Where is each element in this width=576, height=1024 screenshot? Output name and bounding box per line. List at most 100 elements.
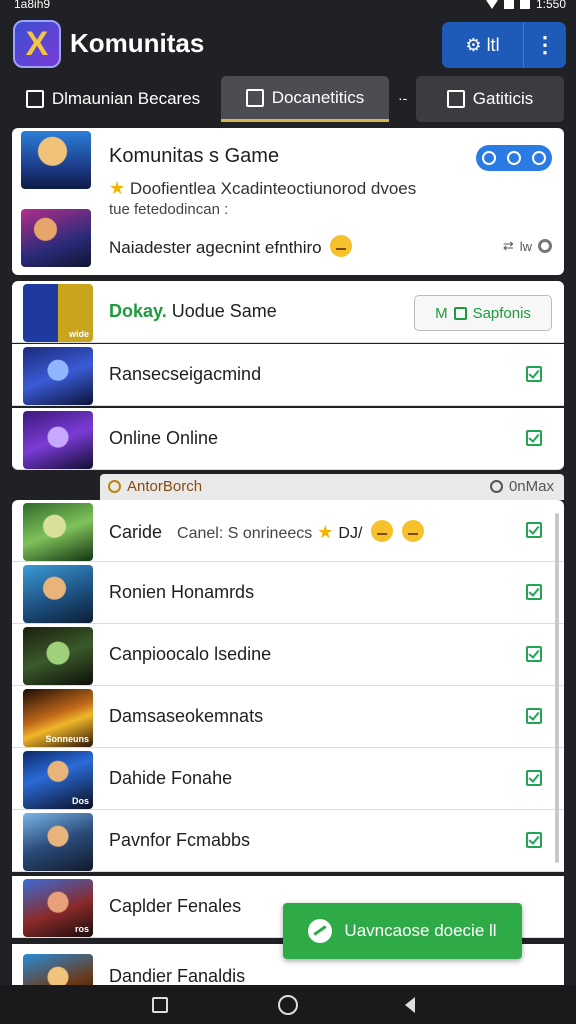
- featured-badges[interactable]: [476, 145, 552, 171]
- list-item-label: Caplder Fenales: [109, 896, 242, 916]
- game-thumbnail: wide: [23, 284, 93, 342]
- featured-title: Komunitas s Game: [109, 145, 280, 167]
- list-item-label: Dokay. Uodue Same: [109, 301, 277, 322]
- tab-dlmaunian[interactable]: Dlmaunian Becares: [14, 76, 212, 122]
- emoji-icon: [371, 520, 394, 542]
- settings-label: ltl: [486, 34, 500, 55]
- settings-icon[interactable]: [538, 239, 552, 253]
- battery-icon: [519, 0, 530, 9]
- list-item-extra2: DJ/: [338, 525, 363, 542]
- list-item[interactable]: Sonneuns Damsaseokemnats: [12, 686, 564, 748]
- badge-icon: [481, 151, 496, 165]
- home-icon[interactable]: [278, 995, 298, 1015]
- edit-check-icon[interactable]: [526, 430, 542, 446]
- options-label: Sapfonis: [472, 304, 531, 322]
- tab-gatiticis[interactable]: Gatiticis: [416, 76, 564, 122]
- list-item-label: Dahide Fonahe: [109, 768, 233, 788]
- settings-button[interactable]: ⚙ ltl: [442, 22, 524, 68]
- game-thumbnail: [21, 131, 91, 189]
- thumb-tag: Dos: [71, 796, 89, 806]
- group-icon: [446, 90, 465, 108]
- tab-label: Gatiticis: [472, 89, 534, 108]
- list-item[interactable]: Pavnfor Fcmabbs: [12, 810, 564, 872]
- star-icon: ★: [109, 178, 126, 198]
- list-item-title: Caride: [109, 522, 163, 542]
- section-left: AntorBorch: [108, 478, 202, 495]
- list-item-label: Pavnfor Fcmabbs: [109, 830, 251, 850]
- edit-check-icon[interactable]: [526, 832, 542, 848]
- scrollbar[interactable]: [555, 513, 559, 863]
- list-item[interactable]: Ransecseigacmind: [12, 344, 564, 406]
- fab-label: Uavncaose doecie ll: [344, 921, 497, 940]
- recents-icon[interactable]: [152, 997, 168, 1013]
- list-item[interactable]: wide Dokay. Uodue Same M Sapfonis: [12, 281, 564, 343]
- featured-note-text: Naiadester agecnint efnthiro: [109, 238, 322, 257]
- pill-icon: [308, 919, 333, 943]
- list-item[interactable]: Caride Canel: S onrineecs ★ DJ/: [12, 500, 564, 562]
- signal-icon: [503, 0, 514, 9]
- floating-action-button[interactable]: Uavncaose doecie ll: [283, 903, 522, 959]
- list-item[interactable]: Online Online: [12, 408, 564, 470]
- more-options-button[interactable]: ⋮: [524, 22, 566, 68]
- list-item-label: Dandier Fanaldis: [109, 966, 246, 986]
- options-button[interactable]: M Sapfonis: [414, 295, 552, 331]
- status-icons: 1:550: [485, 0, 566, 11]
- back-icon[interactable]: [405, 997, 415, 1013]
- edit-check-icon[interactable]: [526, 584, 542, 600]
- tab-label: Dlmaunian Becares: [51, 89, 201, 108]
- app-bar: X Komunitas ⚙ ltl ⋮: [0, 14, 576, 76]
- tab-bar: Dlmaunian Becares Docanetitics ·- Gatiti…: [0, 76, 576, 124]
- wifi-icon: [485, 0, 498, 9]
- game-thumbnail: [23, 347, 93, 405]
- list-item[interactable]: Dos Dahide Fonahe: [12, 748, 564, 810]
- game-thumbnail: [23, 565, 93, 623]
- options-prefix: M: [435, 304, 448, 322]
- featured-desc-line2: tue fetedodincan :: [109, 201, 229, 218]
- star-icon: ★: [317, 522, 334, 542]
- list-item-label: Caride Canel: S onrineecs ★ DJ/: [109, 520, 425, 543]
- featured-card[interactable]: Komunitas s Game ★ Doofientlea Xcadinteo…: [12, 128, 564, 275]
- tab-docanetitics[interactable]: Docanetitics: [221, 76, 389, 122]
- list-item[interactable]: Ronien Honamrds: [12, 562, 564, 624]
- edit-check-icon[interactable]: [526, 646, 542, 662]
- game-thumbnail: [23, 954, 93, 985]
- featured-description: ★ Doofientlea Xcadinteoctiunorod dvoes t…: [109, 178, 449, 220]
- document-icon: [25, 90, 44, 108]
- edit-check-icon[interactable]: [526, 708, 542, 724]
- app-logo: X: [13, 20, 61, 68]
- edit-check-icon[interactable]: [526, 770, 542, 786]
- gear-icon: ⚙: [465, 34, 482, 55]
- list-item-label-rest: Uodue Same: [166, 301, 277, 321]
- badge-icon: [506, 151, 521, 165]
- person-icon: [245, 88, 264, 107]
- game-thumbnail: [23, 503, 93, 561]
- featured-desc-line1: Doofientlea Xcadinteoctiunorod dvoes: [129, 179, 417, 198]
- game-thumbnail: [23, 627, 93, 685]
- game-thumbnail: ros: [23, 879, 93, 937]
- featured-meta: ⇄ lw: [503, 238, 552, 254]
- thumb-tag: ros: [74, 924, 89, 934]
- edit-check-icon[interactable]: [526, 522, 542, 538]
- system-nav-bar: [0, 985, 576, 1024]
- tab-label: Docanetitics: [271, 87, 365, 107]
- featured-meta-label: lw: [519, 238, 532, 254]
- list-item[interactable]: Canpioocalo lsedine: [12, 624, 564, 686]
- page-title: Komunitas: [70, 28, 205, 58]
- status-battery: 1:550: [535, 0, 566, 11]
- app-logo-letter: X: [25, 24, 49, 63]
- game-thumbnail: [23, 813, 93, 871]
- status-time: 1a8ih9: [14, 0, 51, 11]
- game-thumbnail: Sonneuns: [23, 689, 93, 747]
- section-right[interactable]: 0nMax: [489, 478, 554, 495]
- list-item-label: Ransecseigacmind: [109, 364, 262, 384]
- list-item-extra: Canel: S onrineecs: [177, 525, 313, 542]
- game-thumbnail: Dos: [23, 751, 93, 809]
- list-item-label: Canpioocalo lsedine: [109, 644, 272, 664]
- edit-check-icon[interactable]: [526, 366, 542, 382]
- badge-icon: [532, 151, 547, 165]
- list-item-label: Ronien Honamrds: [109, 582, 255, 602]
- list-item-label-strong: Dokay.: [109, 301, 167, 321]
- emoji-icon: [330, 235, 353, 257]
- share-icon: ⇄: [502, 238, 514, 253]
- appbar-actions: ⚙ ltl ⋮: [442, 22, 566, 68]
